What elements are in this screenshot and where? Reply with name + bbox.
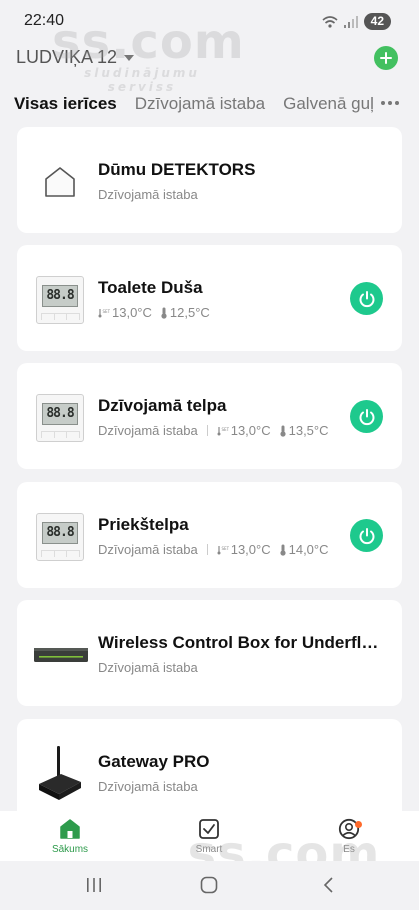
tab-master-bedroom[interactable]: Galvenā guļ	[283, 94, 374, 120]
device-image	[32, 630, 90, 680]
home-circle-icon[interactable]	[200, 876, 218, 894]
back-icon[interactable]	[322, 876, 334, 894]
current-temperature: 12,5°C	[160, 305, 210, 320]
recent-apps-icon[interactable]	[86, 876, 102, 894]
nav-home-label: Sākums	[51, 844, 89, 855]
thermostat-display: 88.8	[42, 285, 78, 307]
home-icon	[60, 819, 80, 839]
thermostat-display: 88.8	[42, 403, 78, 425]
device-room: Dzīvojamā istaba	[98, 779, 198, 794]
device-card[interactable]: Gateway PRO Dzīvojamā istaba	[17, 719, 402, 825]
wifi-icon	[322, 15, 338, 28]
nav-profile[interactable]: Es	[314, 817, 384, 855]
set-temperature: SET 13,0°C	[98, 305, 152, 320]
device-readings: Dzīvojamā istaba SET 13,0°C 14,0°C	[98, 542, 337, 557]
device-name: Gateway PRO	[98, 752, 210, 771]
svg-text:SET: SET	[221, 427, 229, 432]
device-readings: SET 13,0°C 12,5°C	[98, 305, 218, 320]
divider	[206, 544, 208, 555]
status-bar: 22:40 42	[0, 0, 419, 40]
set-temp-value: 13,0°C	[230, 542, 271, 557]
device-name: Dūmu DETEKTORS	[98, 160, 256, 179]
room-tabs: Visas ierīces Dzīvojamā istaba Galvenā g…	[14, 94, 419, 120]
room-label: Dzīvojamā istaba	[98, 542, 198, 557]
nav-profile-label: Es	[343, 844, 355, 855]
bottom-navigation: Sākums Smart Es	[0, 811, 419, 861]
power-icon	[359, 290, 374, 307]
thermometer-icon	[280, 425, 286, 437]
battery-badge: 42	[363, 13, 391, 30]
nav-smart-label: Smart	[195, 844, 223, 855]
thermostat-image: 88.8	[35, 275, 85, 325]
thermostat-display: 88.8	[42, 522, 78, 544]
home-name: LUDVIĶA 12	[16, 47, 118, 67]
device-card[interactable]: Wireless Control Box for Underfloor... D…	[17, 600, 402, 706]
thermostat-image: 88.8	[35, 393, 85, 443]
device-room: Dzīvojamā istaba	[98, 660, 198, 675]
temp-value: 12,5°C	[169, 305, 210, 320]
device-name: Dzīvojamā telpa	[98, 396, 227, 415]
device-card[interactable]: 88.8 Toalete Duša SET 13,0°C 12,5°C	[17, 245, 402, 351]
caret-down-icon	[124, 54, 135, 61]
nav-smart[interactable]: Smart	[174, 817, 244, 855]
gateway-router-icon	[39, 746, 81, 800]
current-temperature: 14,0°C	[279, 542, 329, 557]
set-temp-icon: SET	[217, 426, 229, 435]
device-image	[35, 157, 85, 207]
thermostat-image: 88.8	[35, 512, 85, 562]
current-temperature: 13,5°C	[279, 423, 329, 438]
tab-all-devices[interactable]: Visas ierīces	[14, 94, 117, 120]
notification-dot	[355, 821, 362, 828]
set-temp-value: 13,0°C	[112, 305, 152, 320]
device-readings: Dzīvojamā istaba SET 13,0°C 13,5°C	[98, 423, 337, 438]
set-temp-icon: SET	[98, 308, 111, 317]
set-temp-value: 13,0°C	[230, 423, 271, 438]
add-device-button[interactable]	[374, 46, 398, 70]
set-temp-icon: SET	[217, 545, 229, 554]
room-label: Dzīvojamā istaba	[98, 660, 198, 675]
thermometer-icon	[280, 544, 286, 556]
device-card[interactable]: 88.8 Dzīvojamā telpa Dzīvojamā istaba SE…	[17, 363, 402, 469]
device-image	[35, 741, 85, 803]
watermark-subtext: sludinājumu serviss	[84, 66, 200, 94]
device-card[interactable]: Dūmu DETEKTORS Dzīvojamā istaba	[17, 127, 402, 233]
room-label: Dzīvojamā istaba	[98, 187, 198, 202]
system-icons: 42	[322, 13, 391, 30]
svg-text:SET: SET	[221, 546, 229, 551]
room-label: Dzīvojamā istaba	[98, 779, 198, 794]
device-name: Priekštelpa	[98, 515, 189, 534]
system-navigation-bar	[0, 861, 419, 910]
smart-checkbox-icon	[199, 819, 219, 839]
device-room: Dzīvojamā istaba	[98, 187, 198, 202]
set-temperature: SET 13,0°C	[217, 423, 271, 438]
temp-value: 14,0°C	[288, 542, 329, 557]
more-tabs-button[interactable]	[381, 101, 399, 105]
device-name: Toalete Duša	[98, 278, 203, 297]
device-card[interactable]: 88.8 Priekštelpa Dzīvojamā istaba SET 13…	[17, 482, 402, 588]
home-outline-icon	[45, 167, 75, 197]
temp-value: 13,5°C	[288, 423, 329, 438]
signal-icon	[343, 15, 358, 28]
power-button[interactable]	[350, 519, 383, 552]
device-name: Wireless Control Box for Underfloor...	[98, 633, 388, 652]
set-temperature: SET 13,0°C	[217, 542, 271, 557]
home-selector[interactable]: LUDVIĶA 12	[16, 47, 135, 68]
tab-living-room[interactable]: Dzīvojamā istaba	[135, 94, 265, 120]
power-button[interactable]	[350, 282, 383, 315]
control-box-icon	[34, 648, 88, 662]
power-button[interactable]	[350, 400, 383, 433]
status-time: 22:40	[24, 12, 65, 29]
nav-home[interactable]: Sākums	[35, 817, 105, 855]
svg-text:SET: SET	[103, 309, 111, 314]
thermometer-icon	[161, 307, 167, 319]
power-icon	[359, 527, 374, 544]
divider	[206, 425, 208, 436]
power-icon	[359, 408, 374, 425]
room-label: Dzīvojamā istaba	[98, 423, 198, 438]
